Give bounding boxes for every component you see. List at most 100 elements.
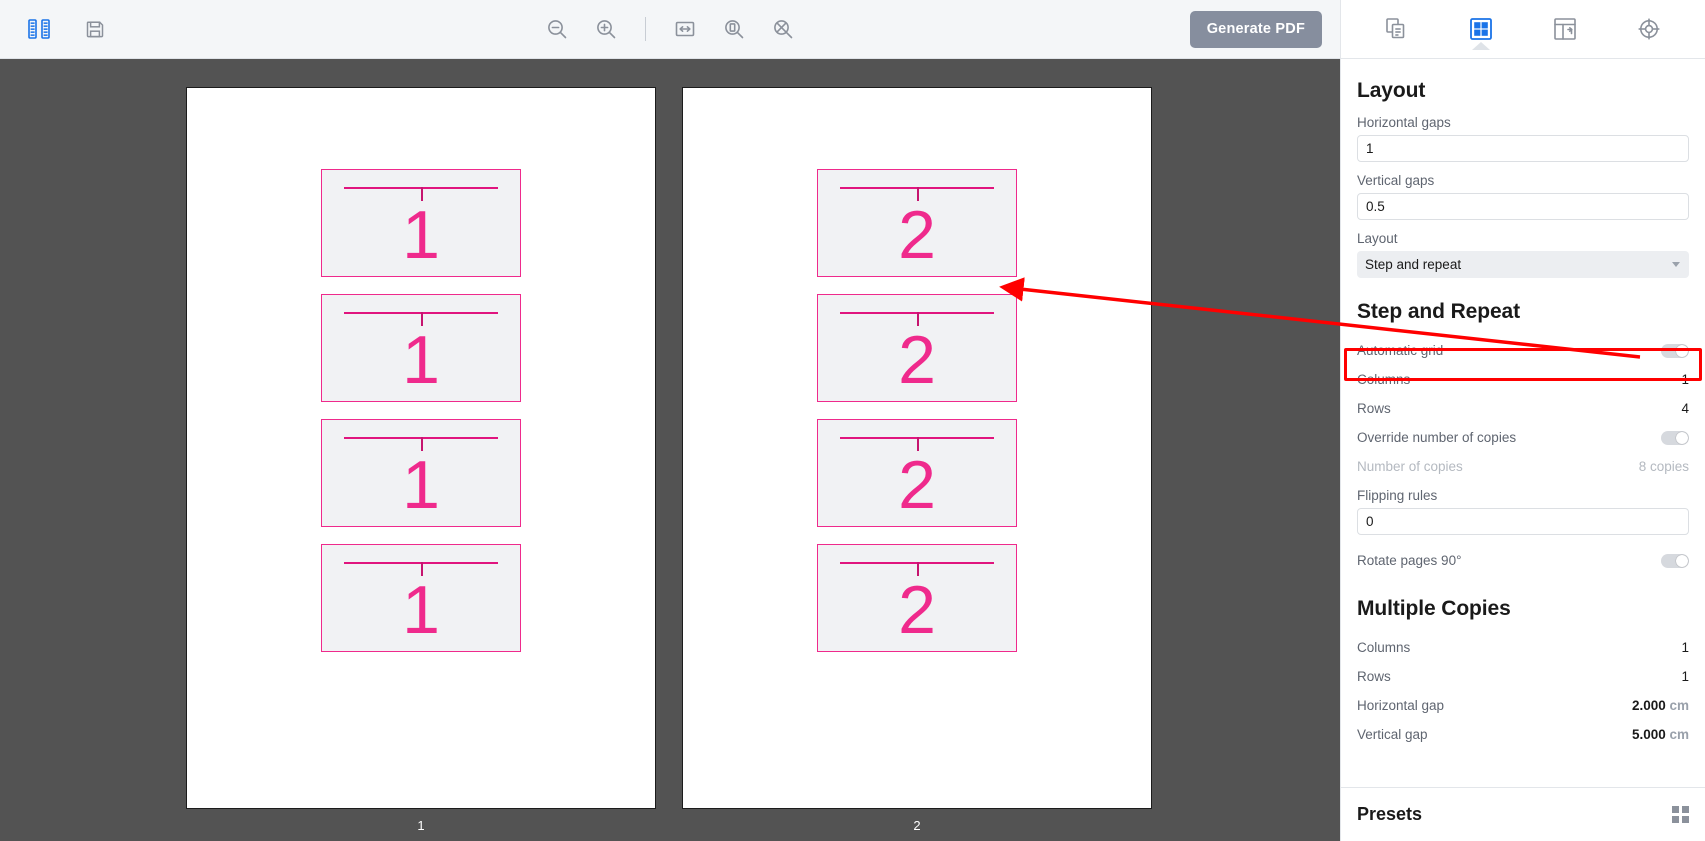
layout-mode-label: Layout bbox=[1357, 231, 1398, 246]
artwork-number: 1 bbox=[402, 572, 440, 648]
active-tab-caret bbox=[1472, 42, 1490, 50]
artwork-number: 2 bbox=[898, 447, 936, 523]
flipping-rules-label: Flipping rules bbox=[1357, 488, 1438, 503]
sr-row-label: Override number of copies bbox=[1357, 430, 1517, 445]
pages-host: 1 1 1 1 1 2 2 2 2 2 bbox=[0, 59, 1340, 841]
panel-scroll-body: Layout Horizontal gaps Vertical gaps Lay… bbox=[1341, 59, 1705, 787]
preset-grid-icon[interactable] bbox=[1672, 806, 1689, 823]
vertical-gaps-input[interactable] bbox=[1357, 193, 1689, 220]
artwork-item[interactable]: 1 bbox=[321, 169, 521, 277]
right-panel: Layout Horizontal gaps Vertical gaps Lay… bbox=[1340, 0, 1705, 841]
multiple-copies-rows: Columns 1 Rows 1 Horizontal gap 2.000 cm Verti… bbox=[1357, 633, 1689, 749]
app-root: Generate PDF 1 1 1 1 1 2 2 2 2 2 Layout Horizonta… bbox=[0, 0, 1705, 841]
mc-row-horizontal-gap: Horizontal gap 2.000 cm bbox=[1357, 691, 1689, 720]
page-number-label: 2 bbox=[913, 818, 921, 833]
mc-row-label: Rows bbox=[1357, 669, 1391, 684]
copy-pages-icon bbox=[1386, 18, 1405, 39]
rotate-pages-row: Rotate pages 90° bbox=[1357, 546, 1689, 575]
zoom-out-icon[interactable] bbox=[540, 12, 574, 46]
toolbar-left-group bbox=[0, 12, 112, 46]
tab-registration[interactable] bbox=[1629, 9, 1669, 49]
toolbar-zoom-group bbox=[0, 0, 1340, 58]
rotate-pages-toggle[interactable] bbox=[1661, 553, 1689, 568]
horizontal-gaps-label: Horizontal gaps bbox=[1357, 115, 1451, 130]
page-sheet[interactable]: 2 2 2 2 bbox=[682, 87, 1152, 809]
artwork-number: 2 bbox=[898, 322, 936, 398]
save-icon[interactable] bbox=[78, 12, 112, 46]
presets-footer: Presets bbox=[1341, 787, 1705, 841]
fit-width-glyph bbox=[675, 21, 695, 37]
artwork-number: 1 bbox=[402, 197, 440, 273]
page-sheet[interactable]: 1 1 1 1 bbox=[186, 87, 656, 809]
flipping-rules-input[interactable] bbox=[1357, 508, 1689, 535]
artwork-number: 2 bbox=[898, 572, 936, 648]
grid-layout-icon bbox=[1470, 18, 1492, 40]
tab-copies[interactable] bbox=[1377, 9, 1417, 49]
artwork-number: 2 bbox=[898, 197, 936, 273]
chevron-down-icon bbox=[1672, 262, 1680, 267]
left-region: Generate PDF 1 1 1 1 1 2 2 2 2 2 bbox=[0, 0, 1340, 841]
sr-row-rows: Rows 4 bbox=[1357, 394, 1689, 423]
page-canvas[interactable]: 1 1 1 1 1 2 2 2 2 2 bbox=[0, 59, 1340, 841]
page-number-label: 1 bbox=[417, 818, 425, 833]
artwork-item[interactable]: 1 bbox=[321, 544, 521, 652]
main-toolbar: Generate PDF bbox=[0, 0, 1340, 59]
mc-row-label: Columns bbox=[1357, 640, 1411, 655]
mc-row-rows: Rows 1 bbox=[1357, 662, 1689, 691]
artwork-item[interactable]: 2 bbox=[817, 419, 1017, 527]
tab-marks[interactable] bbox=[1545, 9, 1585, 49]
toolbar-right-group: Generate PDF bbox=[1189, 10, 1340, 48]
mc-row-value[interactable]: 5.000 cm bbox=[1632, 727, 1689, 742]
generate-pdf-button[interactable]: Generate PDF bbox=[1189, 10, 1322, 48]
fit-width-icon[interactable] bbox=[668, 12, 702, 46]
zoom-in-glyph bbox=[597, 20, 616, 39]
zoom-reset-icon[interactable] bbox=[766, 12, 800, 46]
artwork-number: 1 bbox=[402, 447, 440, 523]
save-glyph bbox=[86, 21, 104, 38]
multiple-copies-title: Multiple Copies bbox=[1357, 597, 1511, 620]
step-and-repeat-title: Step and Repeat bbox=[1357, 300, 1521, 323]
zoom-reset-glyph bbox=[774, 20, 793, 39]
artwork-item[interactable]: 2 bbox=[817, 294, 1017, 402]
mc-row-label: Vertical gap bbox=[1357, 727, 1428, 742]
layout-mode-value: Step and repeat bbox=[1365, 257, 1462, 272]
sr-row-toggle[interactable] bbox=[1661, 430, 1689, 445]
horizontal-gaps-input[interactable] bbox=[1357, 135, 1689, 162]
sr-row-label: Rows bbox=[1357, 401, 1391, 416]
mc-row-value[interactable]: 1 bbox=[1681, 669, 1689, 684]
artwork-item[interactable]: 1 bbox=[321, 419, 521, 527]
mc-row-value[interactable]: 1 bbox=[1681, 640, 1689, 655]
mc-row-unit: cm bbox=[1665, 727, 1689, 742]
page-1[interactable]: 1 1 1 1 1 bbox=[186, 87, 656, 833]
layout-section-title: Layout bbox=[1357, 79, 1426, 102]
toolbar-divider bbox=[645, 17, 646, 41]
mc-row-label: Horizontal gap bbox=[1357, 698, 1445, 713]
toggle-side-panel-glyph bbox=[28, 19, 50, 39]
rotate-pages-label: Rotate pages 90° bbox=[1357, 553, 1462, 568]
artwork-item[interactable]: 1 bbox=[321, 294, 521, 402]
sr-row-label: Number of copies bbox=[1357, 459, 1463, 474]
mc-row-columns: Columns 1 bbox=[1357, 633, 1689, 662]
artwork-number: 1 bbox=[402, 322, 440, 398]
toggle-side-panel-icon[interactable] bbox=[22, 12, 56, 46]
zoom-out-glyph bbox=[548, 20, 567, 39]
presets-title: Presets bbox=[1357, 804, 1423, 824]
artwork-item[interactable]: 2 bbox=[817, 169, 1017, 277]
mc-row-vertical-gap: Vertical gap 5.000 cm bbox=[1357, 720, 1689, 749]
vertical-gaps-label: Vertical gaps bbox=[1357, 173, 1435, 188]
fit-page-icon[interactable] bbox=[717, 12, 751, 46]
panel-tab-strip bbox=[1341, 0, 1705, 59]
artwork-stack: 1 1 1 1 bbox=[321, 169, 521, 652]
sr-row-value[interactable]: 4 bbox=[1681, 401, 1689, 416]
layout-mode-select[interactable]: Step and repeat bbox=[1357, 251, 1689, 278]
zoom-in-icon[interactable] bbox=[589, 12, 623, 46]
artwork-stack: 2 2 2 2 bbox=[817, 169, 1017, 652]
page-marks-icon bbox=[1554, 18, 1576, 40]
sr-row-number-of-copies: Number of copies 8 copies bbox=[1357, 452, 1689, 481]
sr-row-override-number-of-copies: Override number of copies bbox=[1357, 423, 1689, 452]
page-2[interactable]: 2 2 2 2 2 bbox=[682, 87, 1152, 833]
mc-row-unit: cm bbox=[1665, 698, 1689, 713]
artwork-item[interactable]: 2 bbox=[817, 544, 1017, 652]
mc-row-value[interactable]: 2.000 cm bbox=[1632, 698, 1689, 713]
tab-layout[interactable] bbox=[1461, 9, 1501, 50]
